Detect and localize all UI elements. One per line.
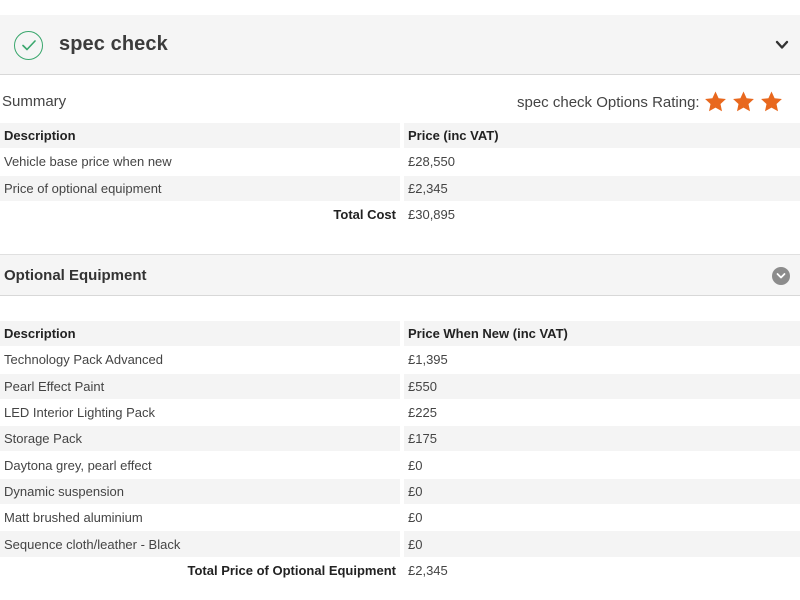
total-cost-value: £30,895 bbox=[404, 202, 800, 229]
row-description: Sequence cloth/leather - Black bbox=[0, 531, 404, 558]
row-price: £0 bbox=[404, 505, 800, 532]
optional-equipment-table: Description Price When New (inc VAT) Tec… bbox=[0, 321, 800, 584]
summary-table: Description Price (inc VAT) Vehicle base… bbox=[0, 123, 800, 229]
table-row: Price of optional equipment £2,345 bbox=[0, 175, 800, 202]
row-price: £2,345 bbox=[404, 175, 800, 202]
check-circle-icon bbox=[14, 31, 43, 60]
row-price: £550 bbox=[404, 373, 800, 400]
table-row: Daytona grey, pearl effect £0 bbox=[0, 452, 800, 479]
chevron-down-icon[interactable] bbox=[774, 39, 790, 51]
row-price: £0 bbox=[404, 452, 800, 479]
table-row: Sequence cloth/leather - Black £0 bbox=[0, 531, 800, 558]
table-row: Technology Pack Advanced £1,395 bbox=[0, 347, 800, 374]
table-row: Dynamic suspension £0 bbox=[0, 478, 800, 506]
row-description: Pearl Effect Paint bbox=[0, 373, 404, 400]
row-price: £175 bbox=[404, 426, 800, 453]
column-header-description: Description bbox=[0, 123, 404, 150]
row-description: Storage Pack bbox=[0, 426, 404, 453]
column-header-description: Description bbox=[0, 321, 404, 348]
row-description: Dynamic suspension bbox=[0, 478, 404, 506]
total-row: Total Price of Optional Equipment £2,345 bbox=[0, 557, 800, 584]
row-description: LED Interior Lighting Pack bbox=[0, 399, 404, 427]
row-price: £28,550 bbox=[404, 149, 800, 176]
optional-equipment-title: Optional Equipment bbox=[4, 267, 147, 284]
total-optional-label: Total Price of Optional Equipment bbox=[0, 557, 404, 584]
total-cost-label: Total Cost bbox=[0, 201, 404, 229]
optional-equipment-header[interactable]: Optional Equipment bbox=[0, 254, 800, 296]
star-icon bbox=[705, 91, 726, 112]
column-header-price: Price When New (inc VAT) bbox=[404, 321, 800, 348]
row-price: £1,395 bbox=[404, 347, 800, 374]
row-description: Technology Pack Advanced bbox=[0, 347, 404, 374]
summary-label: Summary bbox=[2, 93, 67, 110]
spec-check-header[interactable]: spec check bbox=[0, 15, 800, 75]
row-description: Vehicle base price when new bbox=[0, 149, 404, 176]
table-row: Vehicle base price when new £28,550 bbox=[0, 149, 800, 176]
table-header-row: Description Price (inc VAT) bbox=[0, 123, 800, 150]
chevron-down-circle-icon[interactable] bbox=[772, 267, 790, 285]
total-optional-value: £2,345 bbox=[404, 558, 800, 584]
options-rating-stars bbox=[703, 90, 784, 114]
star-icon bbox=[733, 91, 754, 112]
column-header-price: Price (inc VAT) bbox=[404, 123, 800, 150]
row-price: £225 bbox=[404, 400, 800, 427]
table-row: Pearl Effect Paint £550 bbox=[0, 373, 800, 400]
row-description: Daytona grey, pearl effect bbox=[0, 452, 404, 479]
row-price: £0 bbox=[404, 478, 800, 506]
row-price: £0 bbox=[404, 531, 800, 558]
table-row: LED Interior Lighting Pack £225 bbox=[0, 399, 800, 427]
header-title: spec check bbox=[59, 33, 168, 55]
table-row: Matt brushed aluminium £0 bbox=[0, 505, 800, 532]
total-row: Total Cost £30,895 bbox=[0, 201, 800, 229]
star-icon bbox=[761, 91, 782, 112]
table-header-row: Description Price When New (inc VAT) bbox=[0, 321, 800, 348]
row-description: Matt brushed aluminium bbox=[0, 505, 404, 532]
row-description: Price of optional equipment bbox=[0, 175, 404, 202]
table-row: Storage Pack £175 bbox=[0, 426, 800, 453]
options-rating-label: spec check Options Rating: bbox=[517, 94, 700, 111]
